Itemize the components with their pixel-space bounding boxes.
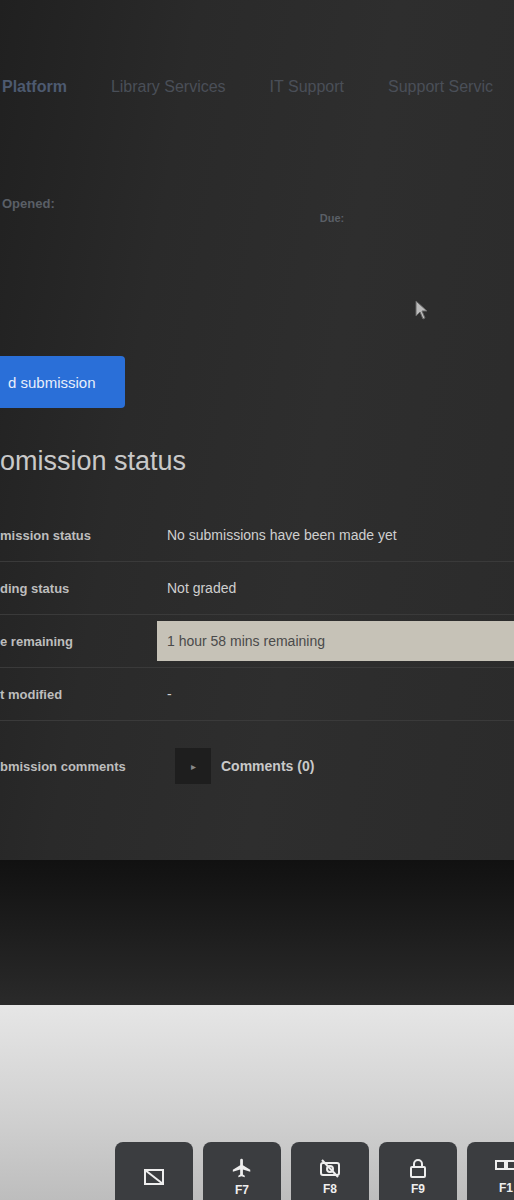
comments-toggle[interactable]: ▸ Comments (0) <box>175 748 314 784</box>
nav-item[interactable]: Support Servic <box>388 78 493 96</box>
row-value: No submissions have been made yet <box>157 517 514 553</box>
monitor-icon <box>495 1159 514 1177</box>
key-label: F7 <box>235 1183 249 1197</box>
touchpad-off-icon <box>143 1168 165 1186</box>
row-value: - <box>157 676 514 712</box>
status-row: t modified- <box>0 668 514 721</box>
row-label: ding status <box>0 581 157 596</box>
status-row: mission statusNo submissions have been m… <box>0 509 514 562</box>
row-value: Not graded <box>157 570 514 606</box>
opened-label: Opened: <box>2 196 55 224</box>
keyboard-key[interactable]: F9 <box>379 1142 457 1200</box>
key-label: F9 <box>411 1182 425 1196</box>
row-label: e remaining <box>0 634 157 649</box>
comments-link[interactable]: Comments (0) <box>221 758 314 774</box>
key-row: F7 F8 F9 F1 <box>0 1142 514 1200</box>
key-label: F1 <box>499 1181 513 1195</box>
status-row: bmission comments ▸ Comments (0) <box>0 721 514 811</box>
nav-item[interactable]: IT Support <box>270 78 344 96</box>
row-label: t modified <box>0 687 157 702</box>
lock-icon <box>409 1158 427 1178</box>
status-row: ding statusNot graded <box>0 562 514 615</box>
camera-off-icon <box>319 1158 341 1178</box>
status-row: e remaining1 hour 58 mins remaining <box>0 615 514 668</box>
section-title: omission status <box>0 446 514 477</box>
cursor-icon <box>415 300 429 320</box>
keyboard-key[interactable]: F8 <box>291 1142 369 1200</box>
top-nav: Platform Library Services IT Support Suppor… <box>0 78 514 96</box>
screen: Platform Library Services IT Support Suppor… <box>0 0 514 860</box>
key-label: F8 <box>323 1182 337 1196</box>
dates: Opened: Due: <box>0 196 514 224</box>
status-table: mission statusNo submissions have been m… <box>0 509 514 811</box>
nav-item[interactable]: Library Services <box>111 78 226 96</box>
airplane-icon <box>231 1157 253 1179</box>
row-value: 1 hour 58 mins remaining <box>157 621 514 661</box>
row-label: bmission comments <box>0 759 157 774</box>
row-value: ▸ Comments (0) <box>157 738 514 794</box>
expand-icon[interactable]: ▸ <box>175 748 211 784</box>
nav-item[interactable]: Platform <box>2 78 67 96</box>
add-submission-button[interactable]: d submission <box>0 356 125 408</box>
bezel <box>0 860 514 1005</box>
keyboard-deck: F7 F8 F9 F1 <box>0 1005 514 1200</box>
keyboard-key[interactable] <box>115 1142 193 1200</box>
photo: Platform Library Services IT Support Suppor… <box>0 0 514 1200</box>
row-label: mission status <box>0 528 157 543</box>
due-label: Due: <box>320 212 344 224</box>
keyboard-key[interactable]: F7 <box>203 1142 281 1200</box>
keyboard-key[interactable]: F1 <box>467 1142 514 1200</box>
